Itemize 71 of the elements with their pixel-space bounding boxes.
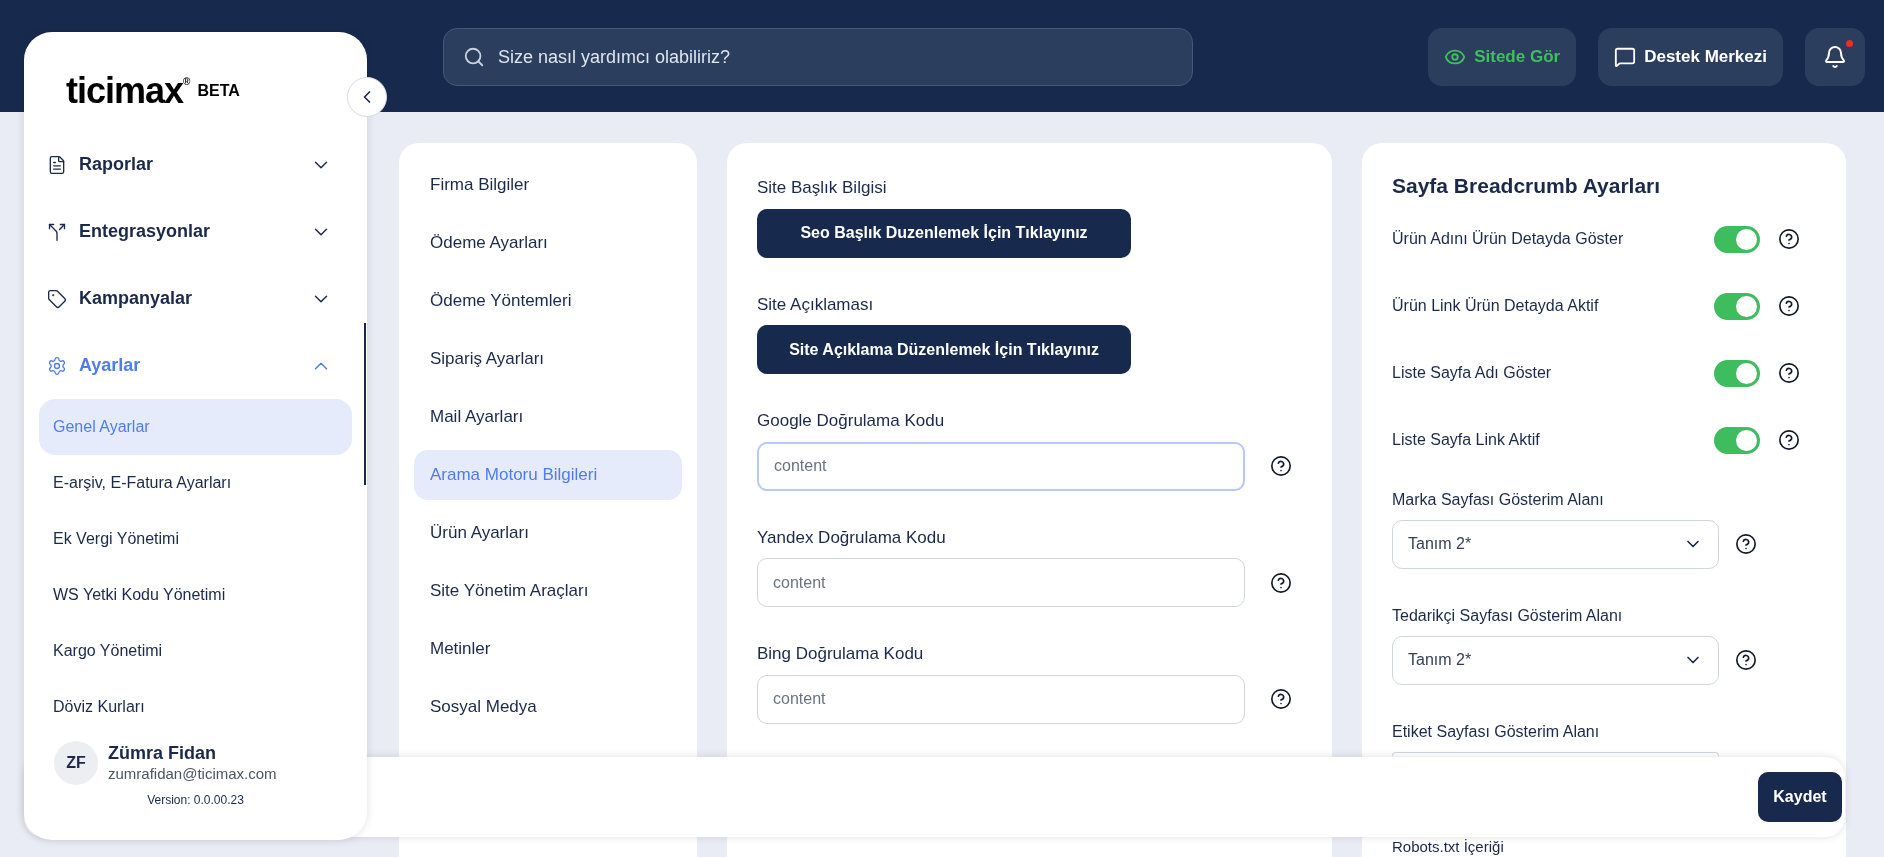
toggle-label: Ürün Adını Ürün Detayda Göster <box>1392 229 1625 249</box>
tag-icon <box>47 288 67 309</box>
user-email: zumrafidan@ticimax.com <box>108 764 277 784</box>
notifications-button[interactable] <box>1805 28 1865 86</box>
nav-subitem[interactable]: Döviz Kurları <box>39 679 352 725</box>
settings-menu-item[interactable]: Sosyal Medya <box>414 682 682 732</box>
select-label: Marka Sayfası Gösterim Alanı <box>1392 489 1605 510</box>
edit-button[interactable]: Site Açıklama Düzenlemek İçin Tıklayınız <box>757 325 1131 374</box>
support-button[interactable]: Destek Merkezi <box>1598 28 1783 86</box>
search-icon <box>463 46 485 68</box>
field-label: Site Açıklaması <box>757 293 875 316</box>
toggle-switch[interactable] <box>1714 359 1760 387</box>
save-button[interactable]: Kaydet <box>1758 772 1842 822</box>
document-icon <box>47 154 67 175</box>
text-field[interactable]: content <box>757 674 1245 724</box>
help-icon[interactable] <box>1270 571 1292 594</box>
beta-label: BETA <box>197 81 240 101</box>
edit-button[interactable]: Seo Başlık Duzenlemek İçin Tıklayınız <box>757 208 1131 258</box>
scroll-thumb[interactable] <box>364 323 366 485</box>
settings-menu-item[interactable]: Ödeme Ayarları <box>414 218 682 268</box>
nav-subitem[interactable]: WS Yetki Kodu Yönetimi <box>39 567 352 623</box>
help-icon[interactable] <box>1778 429 1800 451</box>
help-icon[interactable] <box>1778 295 1800 317</box>
nav-item[interactable]: Ayarlar <box>24 332 367 399</box>
help-icon[interactable] <box>1270 455 1292 477</box>
nav-subitem[interactable]: Kargo Yönetimi <box>39 623 352 679</box>
version-text: Version: 0.0.00.23 <box>146 792 245 809</box>
toggle-label: Liste Sayfa Link Aktif <box>1392 430 1541 450</box>
bell-icon <box>1823 45 1847 69</box>
toggle-switch[interactable] <box>1714 292 1760 320</box>
settings-menu-item[interactable]: Ürün Ayarları <box>414 508 682 558</box>
help-icon[interactable] <box>1778 228 1800 250</box>
logo: ticimax$^{®}$ <box>66 73 190 109</box>
settings-menu-item[interactable]: Site Yönetim Araçları <box>414 566 682 616</box>
user-name: Zümra Fidan <box>108 742 217 765</box>
nav-item[interactable]: Kampanyalar <box>24 265 367 332</box>
settings-menu-item[interactable]: Firma Bilgiler <box>414 160 682 210</box>
nav-subitem[interactable]: E-arşiv, E-Fatura Ayarları <box>39 455 352 511</box>
nav-subitem[interactable]: Ek Vergi Yönetimi <box>39 511 352 567</box>
card-title: Sayfa Breadcrumb Ayarları <box>1392 173 1662 199</box>
select-field[interactable]: Tanım 2* <box>1392 519 1719 569</box>
help-icon[interactable] <box>1778 362 1800 384</box>
help-icon[interactable] <box>1735 649 1757 671</box>
toggle-switch[interactable] <box>1714 426 1760 454</box>
field-label: Yandex Doğrulama Kodu <box>757 526 947 549</box>
settings-menu-item[interactable]: Mail Ayarları <box>414 392 682 442</box>
settings-menu-item[interactable]: Metinler <box>414 624 682 674</box>
select-label: Tedarikçi Sayfası Gösterim Alanı <box>1392 605 1624 626</box>
field-label: Site Başlık Bilgisi <box>757 177 888 199</box>
toggle-switch[interactable] <box>1714 225 1760 253</box>
text-field[interactable]: content <box>757 441 1245 491</box>
help-icon[interactable] <box>1735 533 1757 555</box>
field-label: Bing Doğrulama Kodu <box>757 643 925 665</box>
select-label: Etiket Sayfası Gösterim Alanı <box>1392 721 1601 742</box>
view-site-button[interactable]: Sitede Gör <box>1428 28 1577 86</box>
help-icon[interactable] <box>1270 688 1292 710</box>
nav-item[interactable]: Entegrasyonlar <box>24 198 367 265</box>
section-label: Robots.txt İçeriği <box>1392 838 1504 855</box>
field-label: Google Doğrulama Kodu <box>757 410 946 432</box>
search-field[interactable]: Size nasıl yardımcı olabiliriz? <box>443 28 1193 86</box>
select-field[interactable]: Tanım 2* <box>1392 635 1719 685</box>
user-avatar: ZF <box>54 741 98 785</box>
split-arrows-icon <box>47 221 67 242</box>
toggle-label: Ürün Link Ürün Detayda Aktif <box>1392 296 1600 316</box>
settings-icon <box>47 355 67 376</box>
nav-item[interactable]: Raporlar <box>24 150 367 198</box>
settings-menu-item[interactable]: Ödeme Yöntemleri <box>414 276 682 326</box>
text-field[interactable]: content <box>757 558 1245 607</box>
chat-icon <box>1614 46 1637 68</box>
toggle-label: Liste Sayfa Adı Göster <box>1392 363 1553 383</box>
settings-menu-item[interactable]: Sipariş Ayarları <box>414 334 682 384</box>
